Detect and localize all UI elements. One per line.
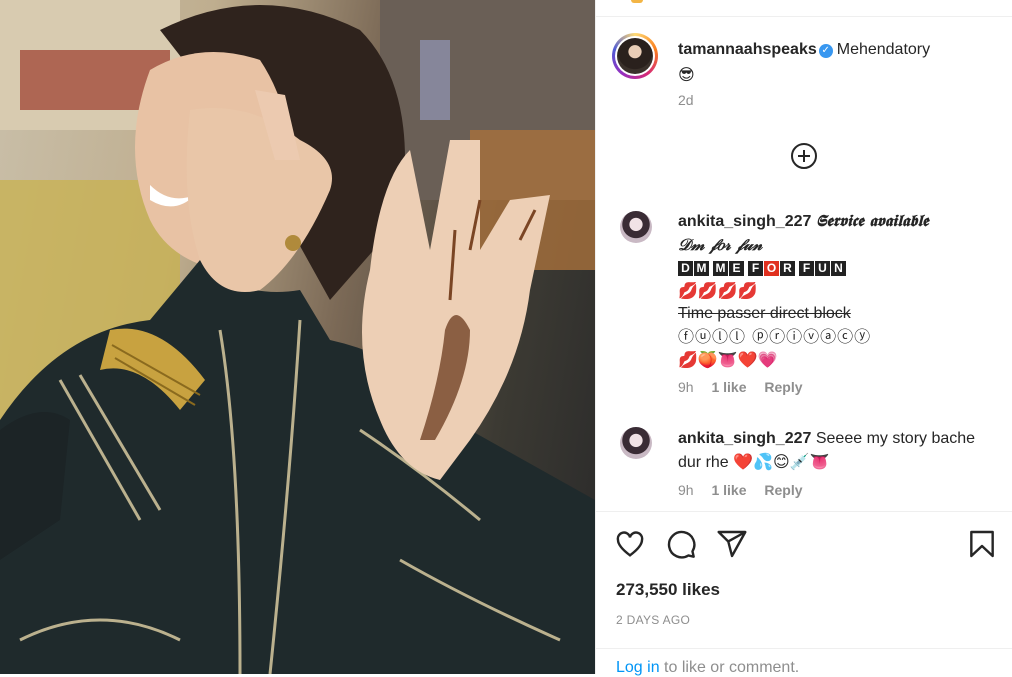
commenter-username[interactable]: ankita_singh_227 bbox=[678, 430, 811, 447]
commenter-avatar[interactable] bbox=[620, 211, 652, 243]
comment-emojis: 💋💋💋💋 bbox=[678, 281, 758, 300]
verified-badge-icon: ✓ bbox=[818, 44, 833, 58]
login-prompt: to like or comment. bbox=[664, 659, 800, 676]
comment-text: ⓕⓤⓛⓛ ⓟⓡⓘⓥⓐⓒⓨ bbox=[678, 327, 872, 346]
post-photo[interactable] bbox=[0, 0, 595, 674]
login-link[interactable]: Log in bbox=[616, 659, 660, 676]
comment-text: Time passer direct block bbox=[678, 305, 851, 322]
top-indicator bbox=[631, 0, 643, 3]
boxed-letter: F bbox=[799, 261, 814, 276]
boxed-letter: D bbox=[678, 261, 693, 276]
plus-circle-icon[interactable] bbox=[789, 141, 819, 176]
commenter-username[interactable]: ankita_singh_227 bbox=[678, 213, 811, 230]
comment-boxed-text: DMMEFORFUN bbox=[678, 256, 998, 279]
login-bar: Log in to like or comment. bbox=[596, 648, 1012, 676]
divider bbox=[596, 16, 1012, 17]
boxed-letter: M bbox=[694, 261, 709, 276]
boxed-letter: U bbox=[815, 261, 830, 276]
comment-time[interactable]: 9h bbox=[678, 379, 694, 395]
boxed-letter: N bbox=[831, 261, 846, 276]
boxed-letter: E bbox=[729, 261, 744, 276]
reply-button[interactable]: Reply bbox=[764, 379, 802, 395]
comment-emojis: ❤️💦😊💉👅 bbox=[733, 452, 830, 471]
comment: ankita_singh_227 Seeee my story bache du… bbox=[678, 427, 998, 498]
author-avatar[interactable] bbox=[612, 33, 658, 79]
caption-emoji: 😎 bbox=[678, 65, 695, 84]
post-caption: tamannaahspeaks ✓ Mehendatory 😎 2d bbox=[678, 38, 998, 108]
post-date[interactable]: 2 DAYS AGO bbox=[616, 613, 690, 627]
comment-icon[interactable] bbox=[665, 528, 697, 565]
post-time[interactable]: 2d bbox=[678, 92, 998, 108]
comment-text: 𝕾𝖊𝖗𝖛𝖎𝖈𝖊 𝖆𝖛𝖆𝖎𝖑𝖆𝖇𝖑𝖊 bbox=[815, 211, 929, 230]
share-icon[interactable] bbox=[716, 528, 748, 565]
comment: ankita_singh_227 𝕾𝖊𝖗𝖛𝖎𝖈𝖊 𝖆𝖛𝖆𝖎𝖑𝖆𝖇𝖑𝖊 𝒟𝓂 𝒻𝑜… bbox=[678, 209, 998, 395]
post-actions: 273,550 likes 2 DAYS AGO bbox=[596, 511, 1012, 650]
post-detail-pane: tamannaahspeaks ✓ Mehendatory 😎 2d ankita_… bbox=[595, 0, 1012, 676]
comment-time[interactable]: 9h bbox=[678, 482, 694, 498]
reply-button[interactable]: Reply bbox=[764, 482, 802, 498]
comment-likes[interactable]: 1 like bbox=[711, 482, 746, 498]
comment-likes[interactable]: 1 like bbox=[711, 379, 746, 395]
boxed-letter: R bbox=[780, 261, 795, 276]
comment-emojis: 💋🍑👅❤️💗 bbox=[678, 350, 778, 369]
photo-illustration bbox=[0, 0, 595, 674]
commenter-avatar[interactable] bbox=[620, 427, 652, 459]
boxed-letter: F bbox=[748, 261, 763, 276]
bookmark-icon[interactable] bbox=[966, 528, 998, 565]
comment-text: 𝒟𝓂 𝒻𝑜𝓇 𝒻𝓊𝓃 bbox=[678, 235, 763, 254]
caption-text: Mehendatory bbox=[836, 41, 931, 58]
heart-icon[interactable] bbox=[614, 528, 646, 565]
likes-count[interactable]: 273,550 likes bbox=[616, 580, 720, 600]
author-username[interactable]: tamannaahspeaks bbox=[678, 41, 817, 58]
boxed-letter: O bbox=[764, 261, 779, 276]
boxed-letter: M bbox=[713, 261, 728, 276]
